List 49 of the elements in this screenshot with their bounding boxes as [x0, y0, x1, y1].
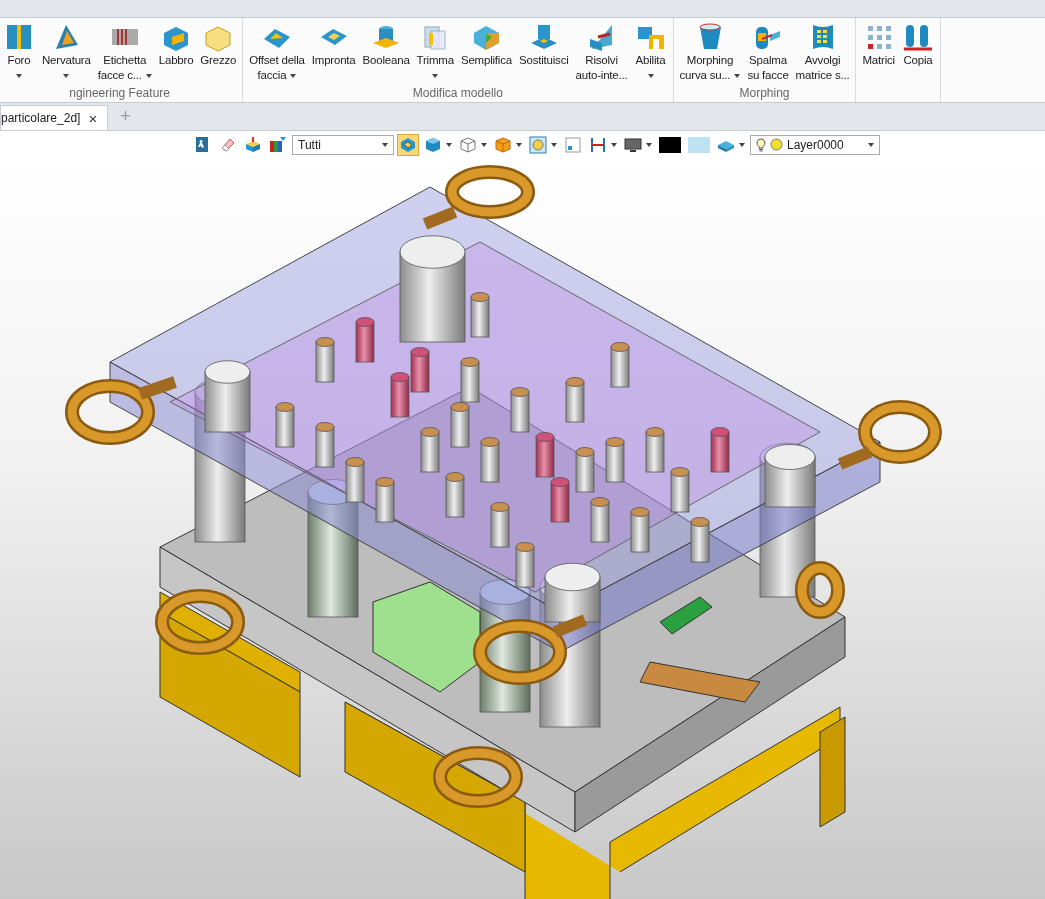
ribbon-button[interactable]: Semplifica — [457, 18, 515, 68]
group-label: ngineering Feature — [68, 86, 171, 102]
ribbon-button[interactable]: Foro — [0, 18, 38, 83]
layer-dropdown[interactable]: Layer0000 — [750, 134, 880, 155]
ribbon-button[interactable]: Avvolgi matrice s... — [792, 18, 853, 83]
close-tab-button[interactable]: × — [86, 109, 100, 127]
caret-icon — [16, 73, 22, 78]
tool-icon — [564, 135, 582, 154]
document-tab[interactable]: particolare_2d] × — [0, 105, 109, 130]
ribbon-button[interactable]: Matrici — [859, 18, 898, 68]
ribbon-button[interactable]: Abilita — [631, 18, 670, 83]
color-swatch[interactable] — [688, 136, 710, 153]
ribbon-button[interactable]: Copia — [898, 18, 937, 68]
lightbulb-icon — [756, 137, 766, 152]
ribbon-button[interactable]: Booleana — [359, 18, 413, 68]
tool-icon — [399, 135, 417, 154]
tool-icon — [424, 135, 442, 154]
ribbon-button[interactable]: Offset della faccia — [246, 18, 308, 83]
ribbon-button[interactable]: Nervatura — [39, 18, 94, 83]
tool-icon — [494, 135, 512, 154]
ribbon-button[interactable]: Morphing curva su... — [676, 18, 744, 83]
ribbon-button[interactable]: Spalma su facce — [744, 18, 792, 83]
caret-icon — [145, 73, 152, 78]
tool-icon — [589, 135, 607, 154]
tool-icon — [459, 135, 477, 154]
caret-icon — [432, 73, 439, 78]
group-label: Morphing — [738, 86, 791, 102]
tool-icon — [624, 135, 642, 154]
color-swatch[interactable] — [659, 136, 681, 153]
caret-icon — [382, 142, 388, 147]
ribbon-button[interactable]: Sostituisci — [516, 18, 572, 68]
caret-icon — [63, 73, 70, 78]
ribbon-button[interactable]: Trimma — [413, 18, 457, 83]
caret-icon — [290, 73, 297, 78]
tool-icon — [529, 135, 547, 154]
ribbon-button[interactable]: Grezzo — [197, 18, 240, 68]
caret-icon — [868, 142, 874, 147]
ribbon-button[interactable]: Impronta — [308, 18, 359, 68]
group-label: Modifica modello — [411, 86, 504, 102]
ribbon-button[interactable]: Risolvi auto-inte... — [572, 18, 631, 83]
ribbon-button[interactable]: Labbro — [155, 18, 197, 68]
caret-icon — [734, 73, 741, 78]
tool-icon — [244, 135, 262, 154]
filter-dropdown[interactable]: Tutti — [292, 134, 394, 155]
ribbon-button[interactable]: Etichetta facce c... — [94, 18, 155, 83]
toolbar-button[interactable] — [397, 133, 419, 156]
tool-icon — [269, 135, 287, 154]
circle-icon — [770, 138, 783, 151]
caret-icon — [647, 73, 654, 78]
